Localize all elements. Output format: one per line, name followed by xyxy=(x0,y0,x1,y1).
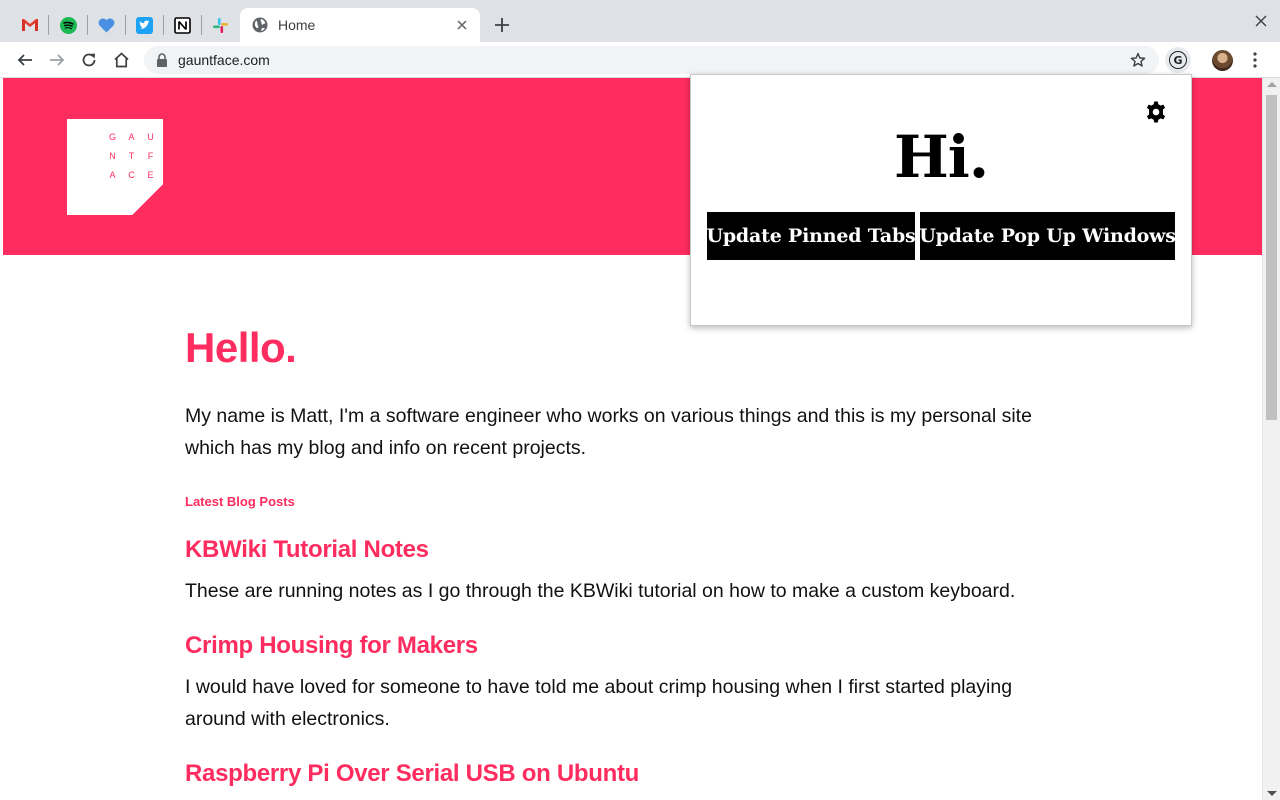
tab-home[interactable]: Home xyxy=(240,8,480,42)
plus-icon xyxy=(495,18,509,32)
scroll-thumb[interactable] xyxy=(1266,95,1277,420)
slack-icon xyxy=(211,16,229,34)
logo-letter: A xyxy=(109,169,116,180)
globe-icon xyxy=(252,17,268,33)
logo-letter: A xyxy=(128,131,135,142)
popup-greeting: Hi. xyxy=(893,123,989,191)
browser-menu-button[interactable] xyxy=(1244,47,1266,73)
address-bar[interactable]: gauntface.com xyxy=(144,46,1159,74)
extension-button[interactable]: G xyxy=(1165,47,1191,73)
pinned-tab-slack[interactable] xyxy=(201,8,239,42)
logo-letter: G xyxy=(108,131,116,142)
page-title: Hello. xyxy=(185,324,297,371)
new-tab-button[interactable] xyxy=(490,13,514,37)
heart-icon xyxy=(97,16,115,34)
logo-letter: U xyxy=(147,131,154,142)
logo-letter: T xyxy=(128,150,135,161)
pinned-tab-notion[interactable] xyxy=(163,8,201,42)
close-icon xyxy=(1255,15,1267,27)
post-title-link[interactable]: Raspberry Pi Over Serial USB on Ubuntu xyxy=(185,760,639,788)
home-button[interactable] xyxy=(108,47,134,73)
post-title-link[interactable]: Crimp Housing for Makers xyxy=(185,632,478,660)
gear-icon[interactable] xyxy=(1144,100,1168,124)
twitter-icon xyxy=(135,16,153,34)
arrow-right-icon xyxy=(50,54,65,66)
window-close-button[interactable] xyxy=(1250,10,1272,32)
logo-letter: F xyxy=(147,150,154,161)
logo-letters: G A U N T F A C E xyxy=(103,127,160,184)
logo-letter: E xyxy=(147,169,154,180)
tab-title: Home xyxy=(278,17,316,33)
pinned-tab-twitter[interactable] xyxy=(125,8,163,42)
browser-toolbar: gauntface.com G xyxy=(0,42,1280,78)
scroll-up-arrow-icon[interactable] xyxy=(1267,82,1277,87)
url-text[interactable]: gauntface.com xyxy=(178,52,1127,68)
home-icon xyxy=(113,52,129,68)
gmail-icon xyxy=(21,16,39,34)
intro-text: My name is Matt, I'm a software engineer… xyxy=(185,405,1032,459)
extension-g-icon: G xyxy=(1169,51,1187,69)
avatar[interactable] xyxy=(1212,50,1233,71)
pinned-tab-gmail[interactable] xyxy=(11,8,49,42)
site-logo[interactable]: G A U N T F A C E xyxy=(67,119,163,215)
latest-posts-heading: Latest Blog Posts xyxy=(185,494,295,509)
post-excerpt: These are running notes as I go through … xyxy=(185,580,1016,602)
post-title-link[interactable]: KBWiki Tutorial Notes xyxy=(185,536,429,564)
kebab-menu-icon xyxy=(1253,52,1257,68)
post-excerpt: I would have loved for someone to have t… xyxy=(185,676,1013,730)
lock-icon[interactable] xyxy=(156,53,170,67)
pinned-tab-heart[interactable] xyxy=(87,8,125,42)
pinned-tab-spotify[interactable] xyxy=(49,8,87,42)
back-button[interactable] xyxy=(12,47,38,73)
reload-button[interactable] xyxy=(76,47,102,73)
arrow-left-icon xyxy=(17,54,32,66)
notion-icon xyxy=(173,16,191,34)
extension-popup: Hi. Update Pinned Tabs Update Pop Up Win… xyxy=(690,74,1192,326)
tab-close-icon[interactable] xyxy=(452,15,472,35)
forward-button[interactable] xyxy=(44,47,70,73)
page-scrollbar[interactable] xyxy=(1262,78,1280,800)
update-popup-windows-button[interactable]: Update Pop Up Windows xyxy=(919,212,1176,260)
scroll-down-arrow-icon[interactable] xyxy=(1267,791,1277,796)
logo-letter: C xyxy=(128,169,135,180)
reload-icon xyxy=(82,53,96,67)
update-pinned-tabs-button[interactable]: Update Pinned Tabs xyxy=(706,212,916,260)
spotify-icon xyxy=(59,16,77,34)
bookmark-star-icon[interactable] xyxy=(1127,49,1149,71)
tab-strip: Home xyxy=(0,0,1280,42)
logo-letter: N xyxy=(109,150,116,161)
